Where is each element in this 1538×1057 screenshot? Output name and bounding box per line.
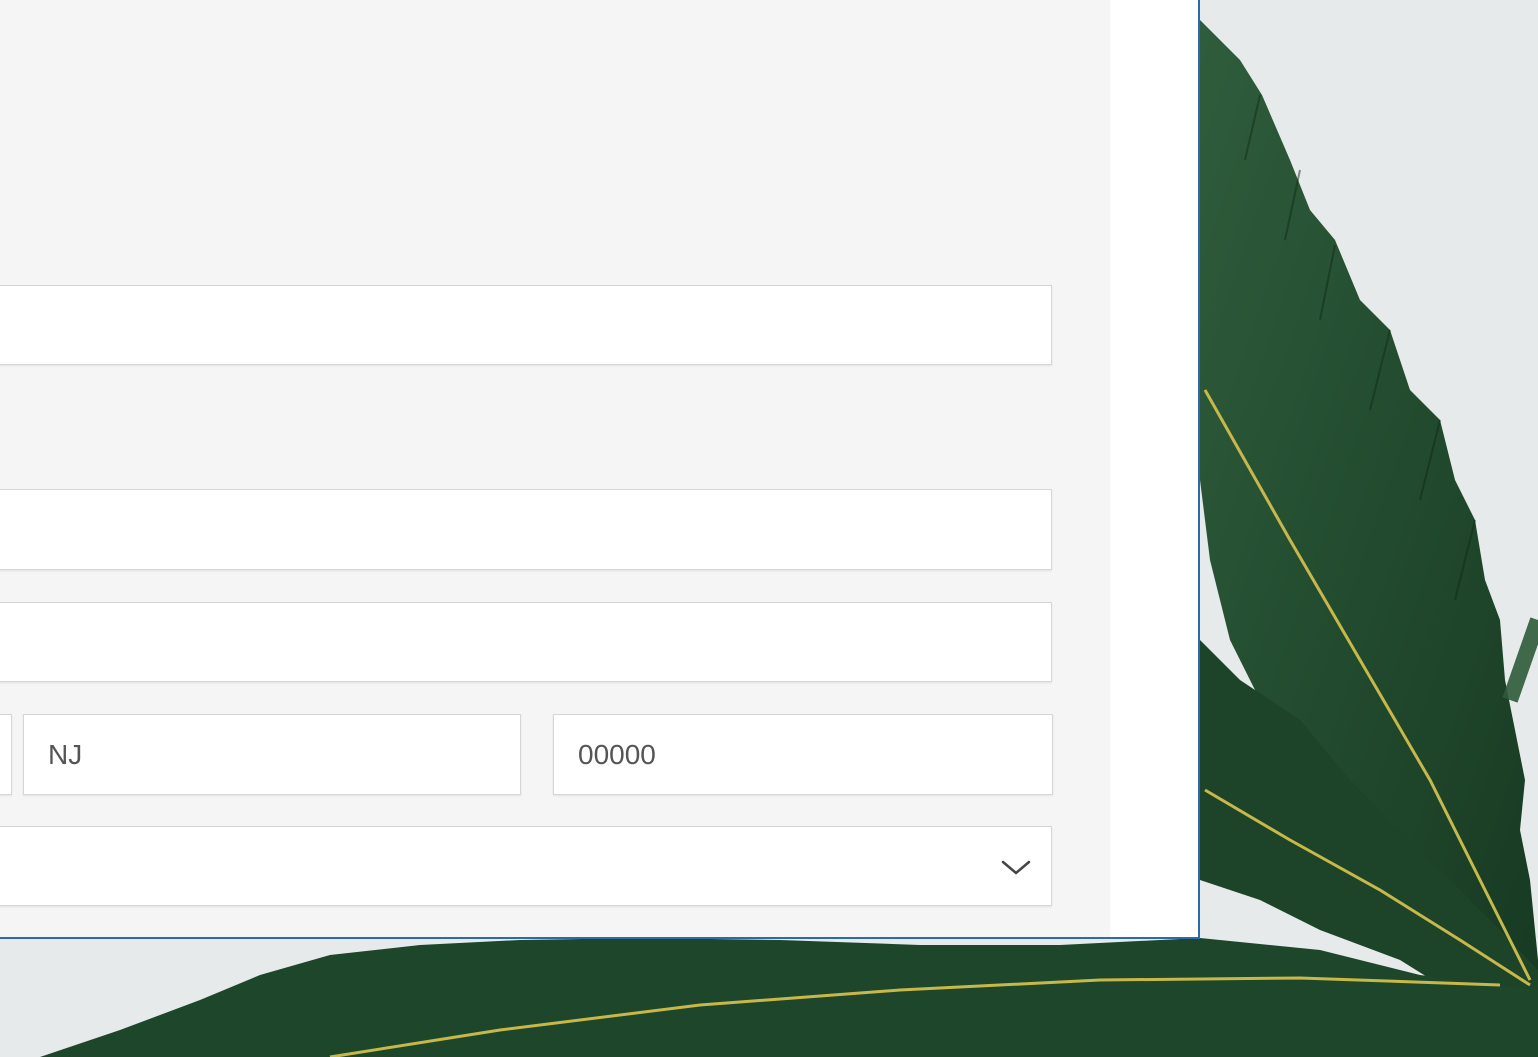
state-field[interactable] [23, 714, 521, 795]
zip-field[interactable] [553, 714, 1053, 795]
country-select[interactable] [0, 826, 1052, 906]
text-field-1[interactable] [0, 285, 1052, 365]
city-field[interactable] [0, 714, 12, 795]
form-panel [0, 0, 1200, 939]
chevron-down-icon [1001, 860, 1031, 875]
text-field-2[interactable] [0, 489, 1052, 570]
text-field-3[interactable] [0, 602, 1052, 682]
form-panel-body [0, 0, 1110, 937]
